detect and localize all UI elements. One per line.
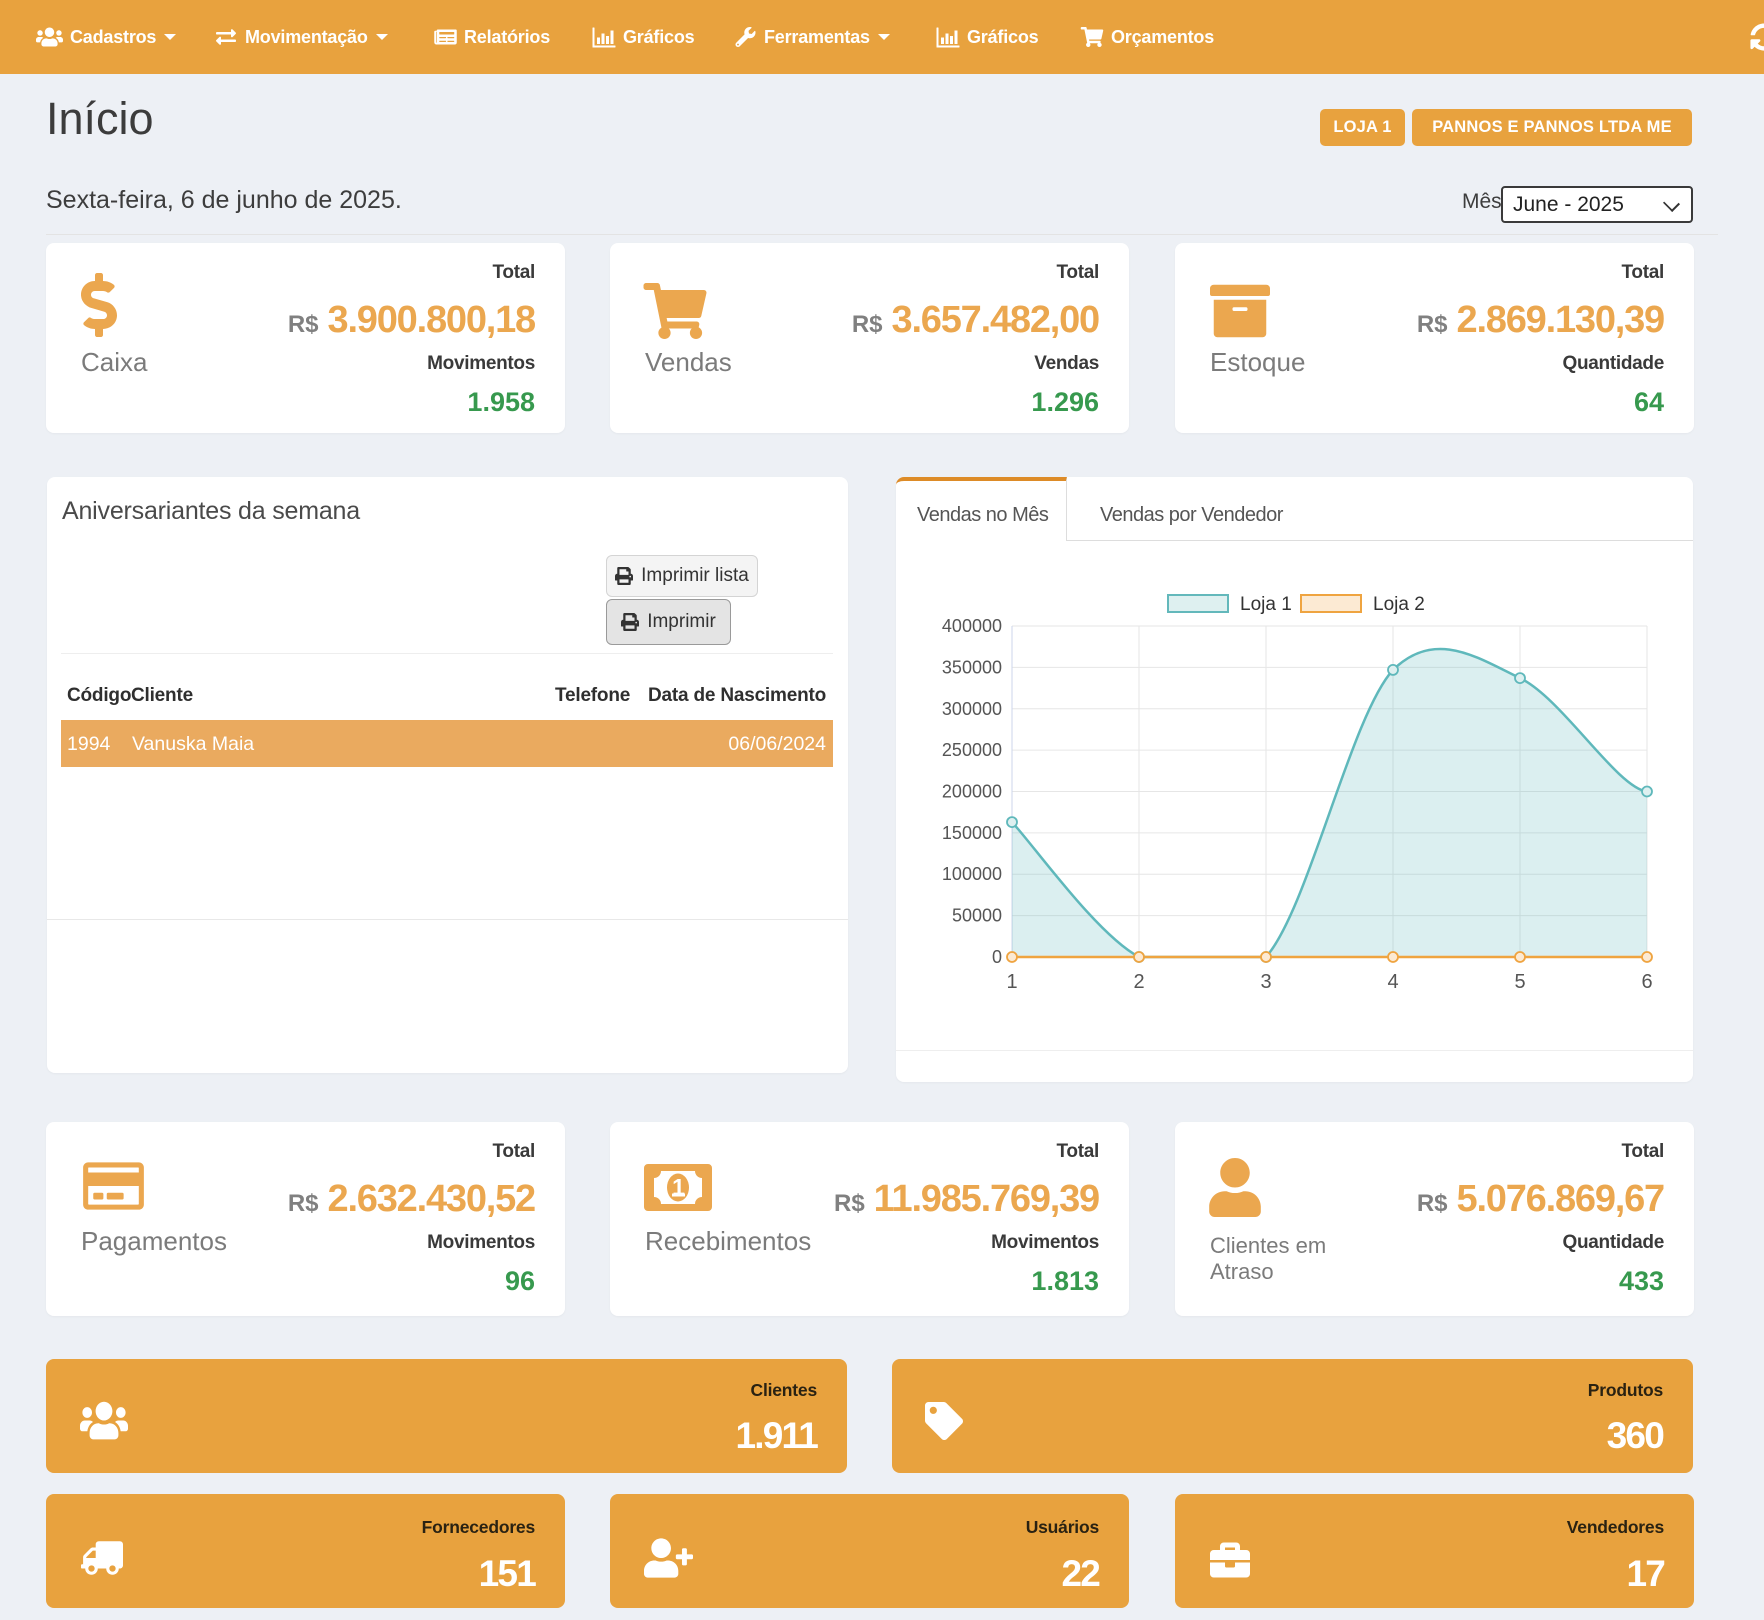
svg-text:300000: 300000 (942, 699, 1002, 719)
svg-text:150000: 150000 (942, 823, 1002, 843)
svg-text:5: 5 (1514, 971, 1525, 993)
svg-text:100000: 100000 (942, 864, 1002, 884)
svg-text:50000: 50000 (952, 906, 1002, 926)
svg-text:400000: 400000 (942, 616, 1002, 636)
svg-text:6: 6 (1641, 971, 1652, 993)
svg-text:2: 2 (1133, 971, 1144, 993)
svg-text:350000: 350000 (942, 657, 1002, 677)
svg-text:1: 1 (1006, 971, 1017, 993)
svg-text:3: 3 (1260, 971, 1271, 993)
svg-text:Loja 2: Loja 2 (1373, 594, 1425, 615)
svg-text:4: 4 (1387, 971, 1398, 993)
svg-text:0: 0 (992, 947, 1002, 967)
svg-text:250000: 250000 (942, 740, 1002, 760)
svg-text:Loja 1: Loja 1 (1240, 594, 1292, 615)
svg-text:200000: 200000 (942, 782, 1002, 802)
